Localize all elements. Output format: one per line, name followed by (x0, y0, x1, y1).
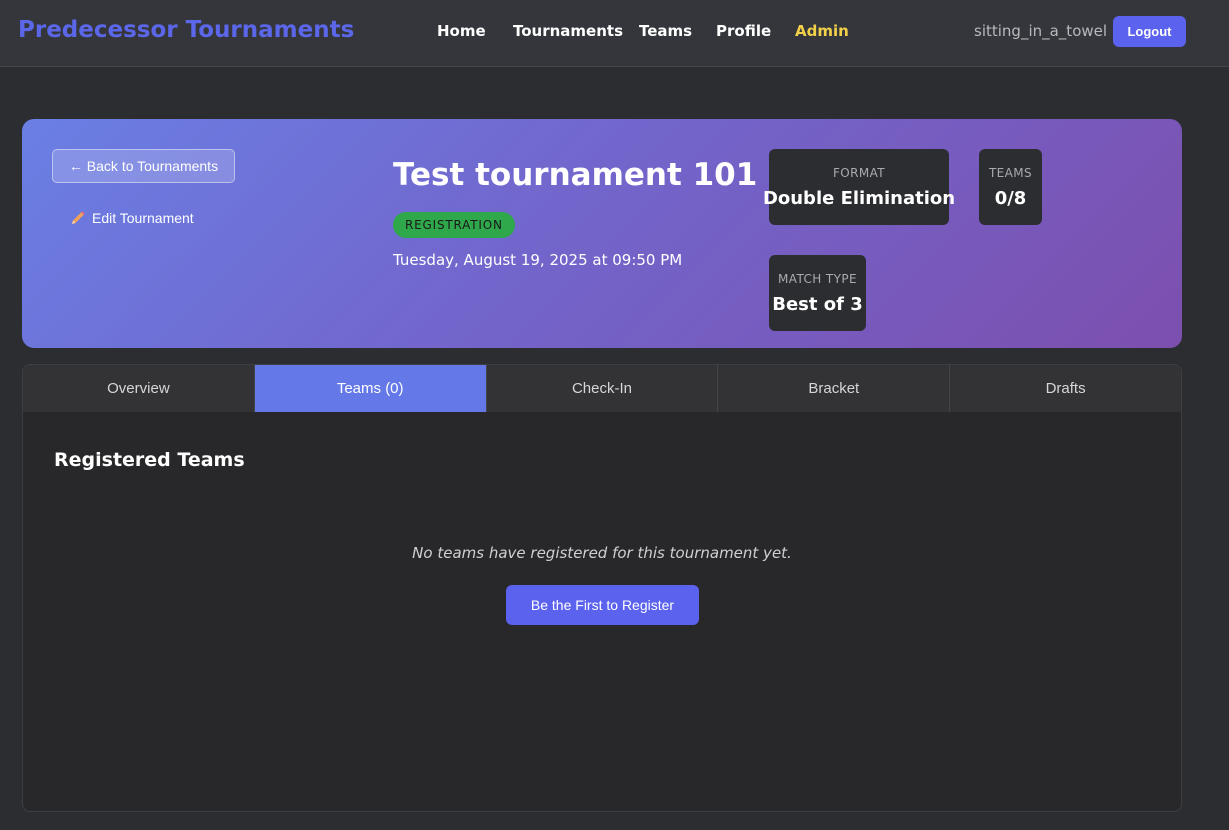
tournament-title: Test tournament 101 (393, 157, 758, 193)
stat-label-format: FORMAT (832, 165, 886, 180)
back-to-tournaments-button[interactable]: ← Back to Tournaments (52, 149, 235, 183)
tournament-panel: Overview Teams (0) Check-In Bracket Draf… (22, 364, 1182, 812)
stat-value-teams: 0/8 (994, 187, 1027, 209)
brand-logo[interactable]: Predecessor Tournaments (18, 17, 354, 43)
stat-label-teams: TEAMS (988, 165, 1033, 180)
tab-teams[interactable]: Teams (0) (254, 365, 487, 412)
nav-teams[interactable]: Teams (639, 22, 692, 40)
tab-overview[interactable]: Overview (23, 365, 255, 412)
registered-teams-heading: Registered Teams (54, 449, 245, 471)
tab-drafts[interactable]: Drafts (950, 365, 1181, 412)
username-label: sitting_in_a_towel (974, 22, 1108, 40)
logout-button[interactable]: Logout (1113, 16, 1186, 47)
stat-card-teams: TEAMS 0/8 (979, 149, 1042, 225)
nav-profile[interactable]: Profile (716, 22, 771, 40)
tournament-date: Tuesday, August 19, 2025 at 09:50 PM (393, 251, 683, 269)
tab-bar: Overview Teams (0) Check-In Bracket Draf… (23, 365, 1181, 412)
tournament-hero: ← Back to Tournaments Edit Tournament Te… (22, 119, 1182, 348)
stat-value-format: Double Elimination (762, 187, 956, 209)
tab-check-in[interactable]: Check-In (486, 365, 719, 412)
tab-bracket[interactable]: Bracket (718, 365, 951, 412)
stat-card-format: FORMAT Double Elimination (763, 149, 955, 225)
edit-tournament-label: Edit Tournament (92, 210, 194, 226)
stat-value-match-type: Best of 3 (772, 293, 863, 315)
stat-label-match-type: MATCH TYPE (778, 271, 857, 286)
nav-admin[interactable]: Admin (795, 22, 849, 40)
stat-card-match-type: MATCH TYPE Best of 3 (769, 255, 866, 331)
pencil-icon (72, 211, 85, 224)
top-navbar: Predecessor Tournaments Home Tournaments… (0, 0, 1229, 67)
nav-home[interactable]: Home (437, 22, 486, 40)
empty-teams-message: No teams have registered for this tourna… (412, 544, 792, 562)
edit-tournament-button[interactable]: Edit Tournament (70, 208, 194, 228)
nav-tournaments[interactable]: Tournaments (513, 22, 623, 40)
register-team-button[interactable]: Be the First to Register (506, 585, 699, 625)
status-badge: REGISTRATION (393, 212, 515, 238)
